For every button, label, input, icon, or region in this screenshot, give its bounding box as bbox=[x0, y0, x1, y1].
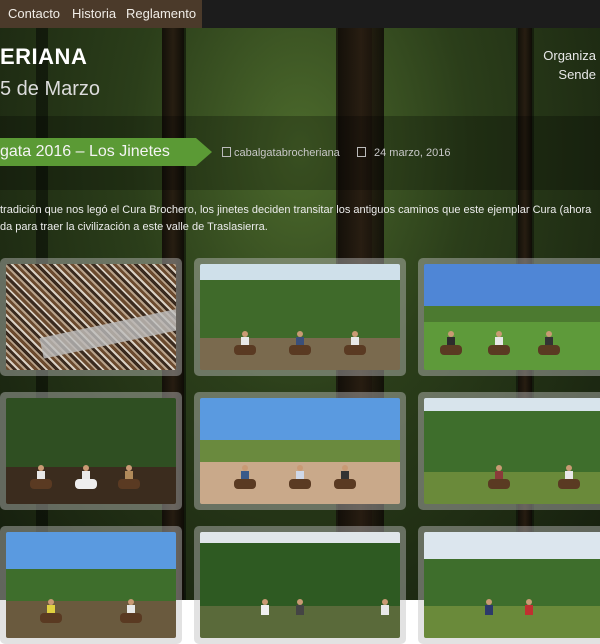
gallery-thumb[interactable] bbox=[194, 526, 406, 644]
gallery-photo bbox=[6, 398, 176, 504]
gallery-thumb[interactable] bbox=[0, 392, 182, 510]
gallery-thumb[interactable] bbox=[418, 258, 600, 376]
site-subtitle: 5 de Marzo bbox=[0, 78, 101, 100]
post-intro: tradición que nos legó el Cura Brochero,… bbox=[0, 202, 600, 236]
top-navigation: Contacto Historia Reglamento bbox=[0, 0, 600, 28]
gallery-photo bbox=[200, 532, 400, 638]
site-title[interactable]: ERIANA bbox=[0, 44, 87, 70]
gallery-thumb[interactable] bbox=[0, 526, 182, 644]
user-icon bbox=[222, 147, 231, 157]
gallery-photo bbox=[200, 264, 400, 370]
organizer-line: Organiza bbox=[543, 48, 596, 63]
gallery-thumb[interactable] bbox=[0, 258, 182, 376]
intro-line: tradición que nos legó el Cura Brochero,… bbox=[0, 204, 592, 216]
post-date: 24 marzo, 2016 bbox=[374, 147, 451, 159]
gallery-thumb[interactable] bbox=[194, 392, 406, 510]
gallery-photo bbox=[424, 532, 600, 638]
gallery-photo bbox=[6, 264, 176, 370]
calendar-icon bbox=[357, 147, 366, 157]
gallery-photo bbox=[424, 398, 600, 504]
gallery-photo bbox=[6, 532, 176, 638]
gallery-photo bbox=[200, 398, 400, 504]
gallery-thumb[interactable] bbox=[194, 258, 406, 376]
nav-historia[interactable]: Historia bbox=[72, 0, 116, 28]
nav-contacto[interactable]: Contacto bbox=[8, 0, 60, 28]
organizer-text: Organiza Sende bbox=[543, 46, 596, 84]
nav-reglamento[interactable]: Reglamento bbox=[126, 0, 196, 28]
intro-line: da para traer la civilización a este val… bbox=[0, 221, 268, 233]
gallery-thumb[interactable] bbox=[418, 392, 600, 510]
organizer-line: Sende bbox=[558, 67, 596, 82]
gallery-thumb[interactable] bbox=[418, 526, 600, 644]
gallery-photo bbox=[424, 264, 600, 370]
post-title[interactable]: gata 2016 – Los Jinetes bbox=[0, 138, 170, 166]
post-author[interactable]: cabalgatabrocheriana bbox=[234, 146, 340, 160]
